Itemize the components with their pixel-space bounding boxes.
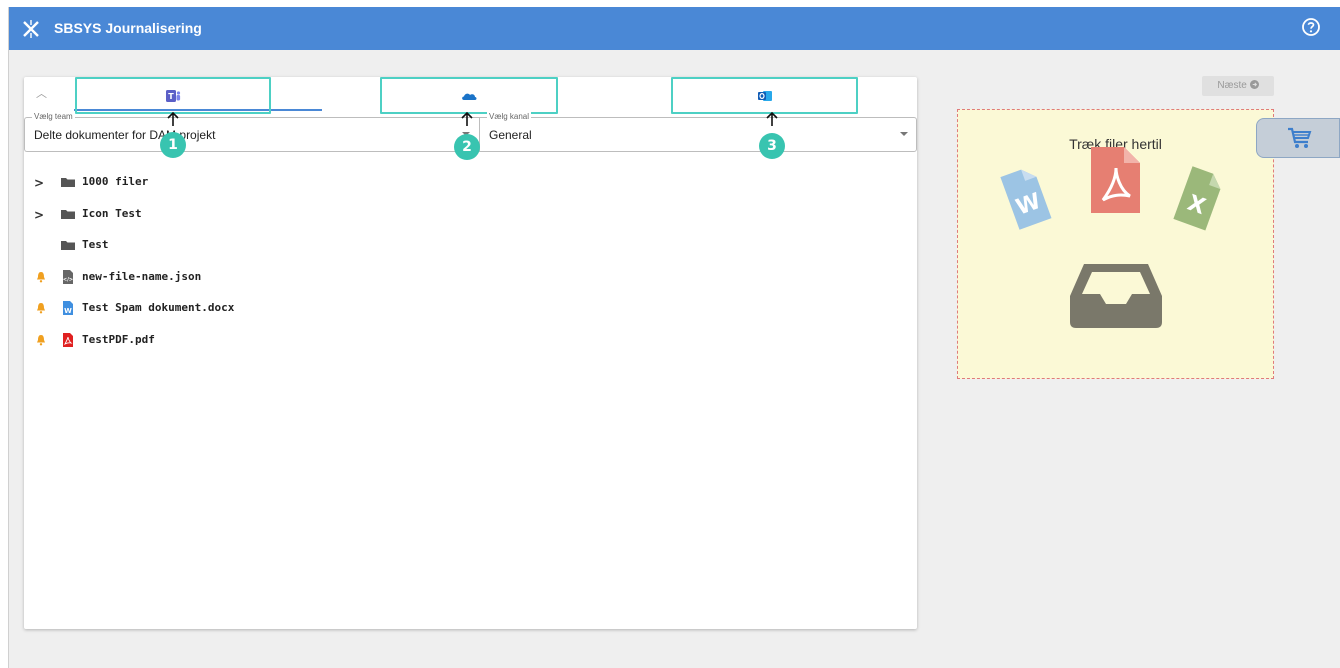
folder-icon (61, 178, 75, 187)
app-window: SBSYS Journalisering ︿ T Vælg team Delte… (8, 7, 1340, 668)
channel-select-label: Vælg kanal (487, 112, 532, 121)
next-button-label: Næste (1217, 80, 1247, 91)
next-button[interactable]: Næste (1202, 76, 1274, 96)
tree-row-label: Icon Test (82, 206, 142, 220)
json-file-icon: </> (63, 269, 73, 284)
step-badge-2: 2 (454, 134, 480, 160)
arrow-up-icon (167, 111, 179, 126)
bell-icon (37, 303, 45, 314)
tree-row-folder[interactable]: > 1000 filer (24, 169, 424, 201)
word-file-icon: W (63, 301, 73, 315)
team-select-value: Delte dokumenter for DAM projekt (34, 128, 216, 142)
tab-teams[interactable]: T (75, 77, 271, 114)
word-document-icon: W (1000, 169, 1052, 230)
drop-zone-illustration: W X (1000, 147, 1221, 328)
channel-select[interactable]: Vælg kanal General (479, 112, 917, 152)
file-tree: > 1000 filer > Icon Test Test </> new-fi… (24, 169, 424, 358)
bell-icon (37, 271, 45, 282)
arrow-up-icon (766, 111, 778, 126)
tree-row-file[interactable]: TestPDF.pdf (24, 327, 424, 359)
folder-icon (61, 209, 75, 219)
tree-row-folder[interactable]: Test (24, 232, 424, 264)
tree-row-label: Test (82, 238, 109, 251)
top-bar: SBSYS Journalisering (9, 7, 1340, 50)
folder-icon (61, 241, 75, 250)
expand-chevron-icon[interactable]: > (34, 176, 44, 190)
team-select[interactable]: Vælg team Delte dokumenter for DAM proje… (24, 112, 479, 152)
expand-chevron-icon[interactable]: > (34, 208, 44, 222)
tab-outlook[interactable] (671, 77, 858, 114)
onedrive-icon (462, 93, 477, 100)
tab-onedrive[interactable] (380, 77, 558, 114)
tree-row-label: Test Spam dokument.docx (82, 301, 235, 314)
bell-icon (37, 334, 45, 345)
pdf-file-icon (63, 332, 73, 347)
tree-row-label: 1000 filer (82, 175, 149, 188)
cart-button[interactable] (1256, 118, 1340, 158)
svg-text:T: T (168, 92, 174, 101)
tree-row-folder[interactable]: > Icon Test (24, 201, 424, 233)
excel-document-icon: X (1173, 166, 1221, 231)
svg-text:W: W (64, 307, 72, 315)
shopping-cart-icon (1288, 127, 1312, 148)
tree-row-file[interactable]: W Test Spam dokument.docx (24, 295, 424, 327)
collapse-chevron-icon[interactable]: ︿ (36, 85, 52, 101)
sbsys-logo-icon (23, 20, 39, 38)
teams-icon: T (166, 90, 181, 102)
tree-row-label: TestPDF.pdf (82, 332, 155, 346)
inbox-tray-icon (1070, 264, 1162, 328)
step-badge-1: 1 (160, 132, 186, 158)
svg-text:</>: </> (63, 277, 73, 283)
tree-row-label: new-file-name.json (82, 269, 202, 283)
outlook-icon (757, 91, 772, 101)
file-drop-zone[interactable]: Træk filer hertil W X (957, 109, 1274, 379)
arrow-right-circle-icon (1249, 80, 1259, 89)
arrow-up-icon (461, 111, 473, 126)
pdf-document-icon (1091, 147, 1140, 213)
help-icon[interactable] (1301, 17, 1321, 37)
step-badge-3: 3 (759, 133, 785, 159)
tree-row-file[interactable]: </> new-file-name.json (24, 264, 424, 296)
file-browser-panel: ︿ T Vælg team Delte dokumenter for DAM p… (24, 77, 917, 629)
team-select-label: Vælg team (32, 112, 75, 121)
app-title: SBSYS Journalisering (54, 20, 202, 36)
dropdown-caret-icon (900, 132, 908, 136)
channel-select-value: General (489, 128, 532, 142)
